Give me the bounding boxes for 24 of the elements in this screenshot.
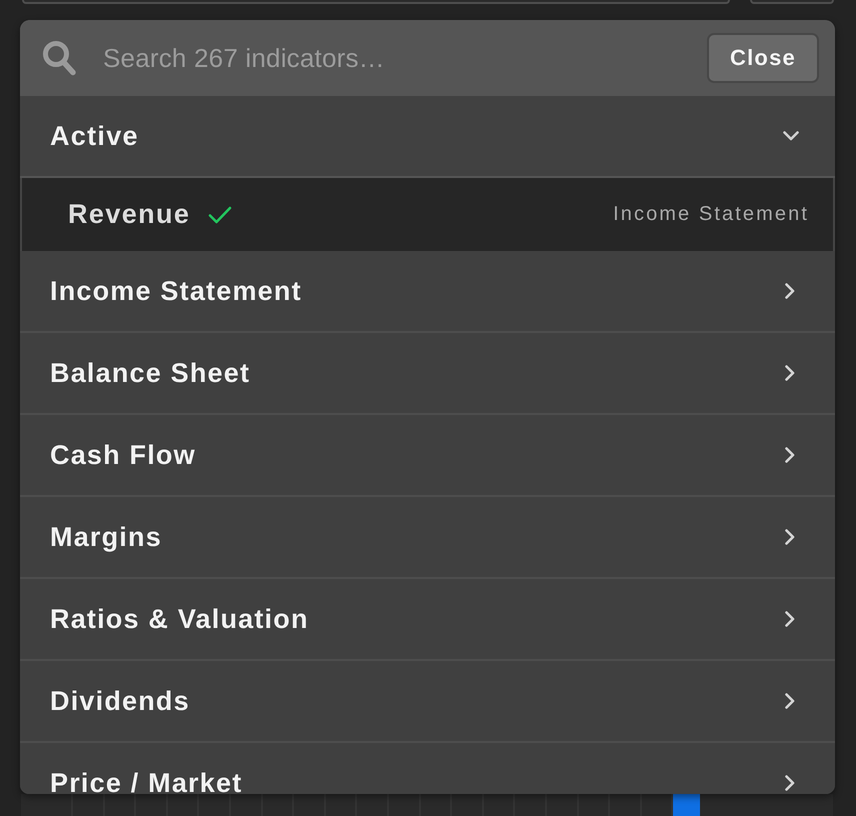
chevron-right-icon: [785, 283, 795, 299]
category-row[interactable]: Balance Sheet: [20, 333, 835, 415]
indicator-category: Income Statement: [613, 203, 809, 226]
chevron-right-icon: [785, 611, 795, 627]
category-row[interactable]: Margins: [20, 497, 835, 579]
chevron-down-icon: [783, 131, 799, 141]
indicator-name: Revenue: [68, 199, 190, 230]
search-input[interactable]: Search 267 indicators…: [103, 38, 707, 78]
indicator-row[interactable]: Revenue Income Statement: [20, 178, 835, 251]
chevron-right-icon: [785, 693, 795, 709]
category-row[interactable]: Cash Flow: [20, 415, 835, 497]
chevron-right-icon: [785, 365, 795, 381]
text-field[interactable]: [22, 0, 730, 4]
close-button[interactable]: Close: [707, 33, 819, 83]
category-row[interactable]: Ratios & Valuation: [20, 579, 835, 661]
chevron-right-icon: [785, 529, 795, 545]
chevron-right-icon: [785, 447, 795, 463]
toolbar-button[interactable]: [750, 0, 834, 4]
category-row[interactable]: Price / Market: [20, 743, 835, 794]
search-icon: [42, 40, 76, 76]
group-header[interactable]: Active: [20, 96, 835, 178]
chevron-right-icon: [785, 775, 795, 791]
category-row[interactable]: Dividends: [20, 661, 835, 743]
category-row[interactable]: Income Statement: [20, 251, 835, 333]
